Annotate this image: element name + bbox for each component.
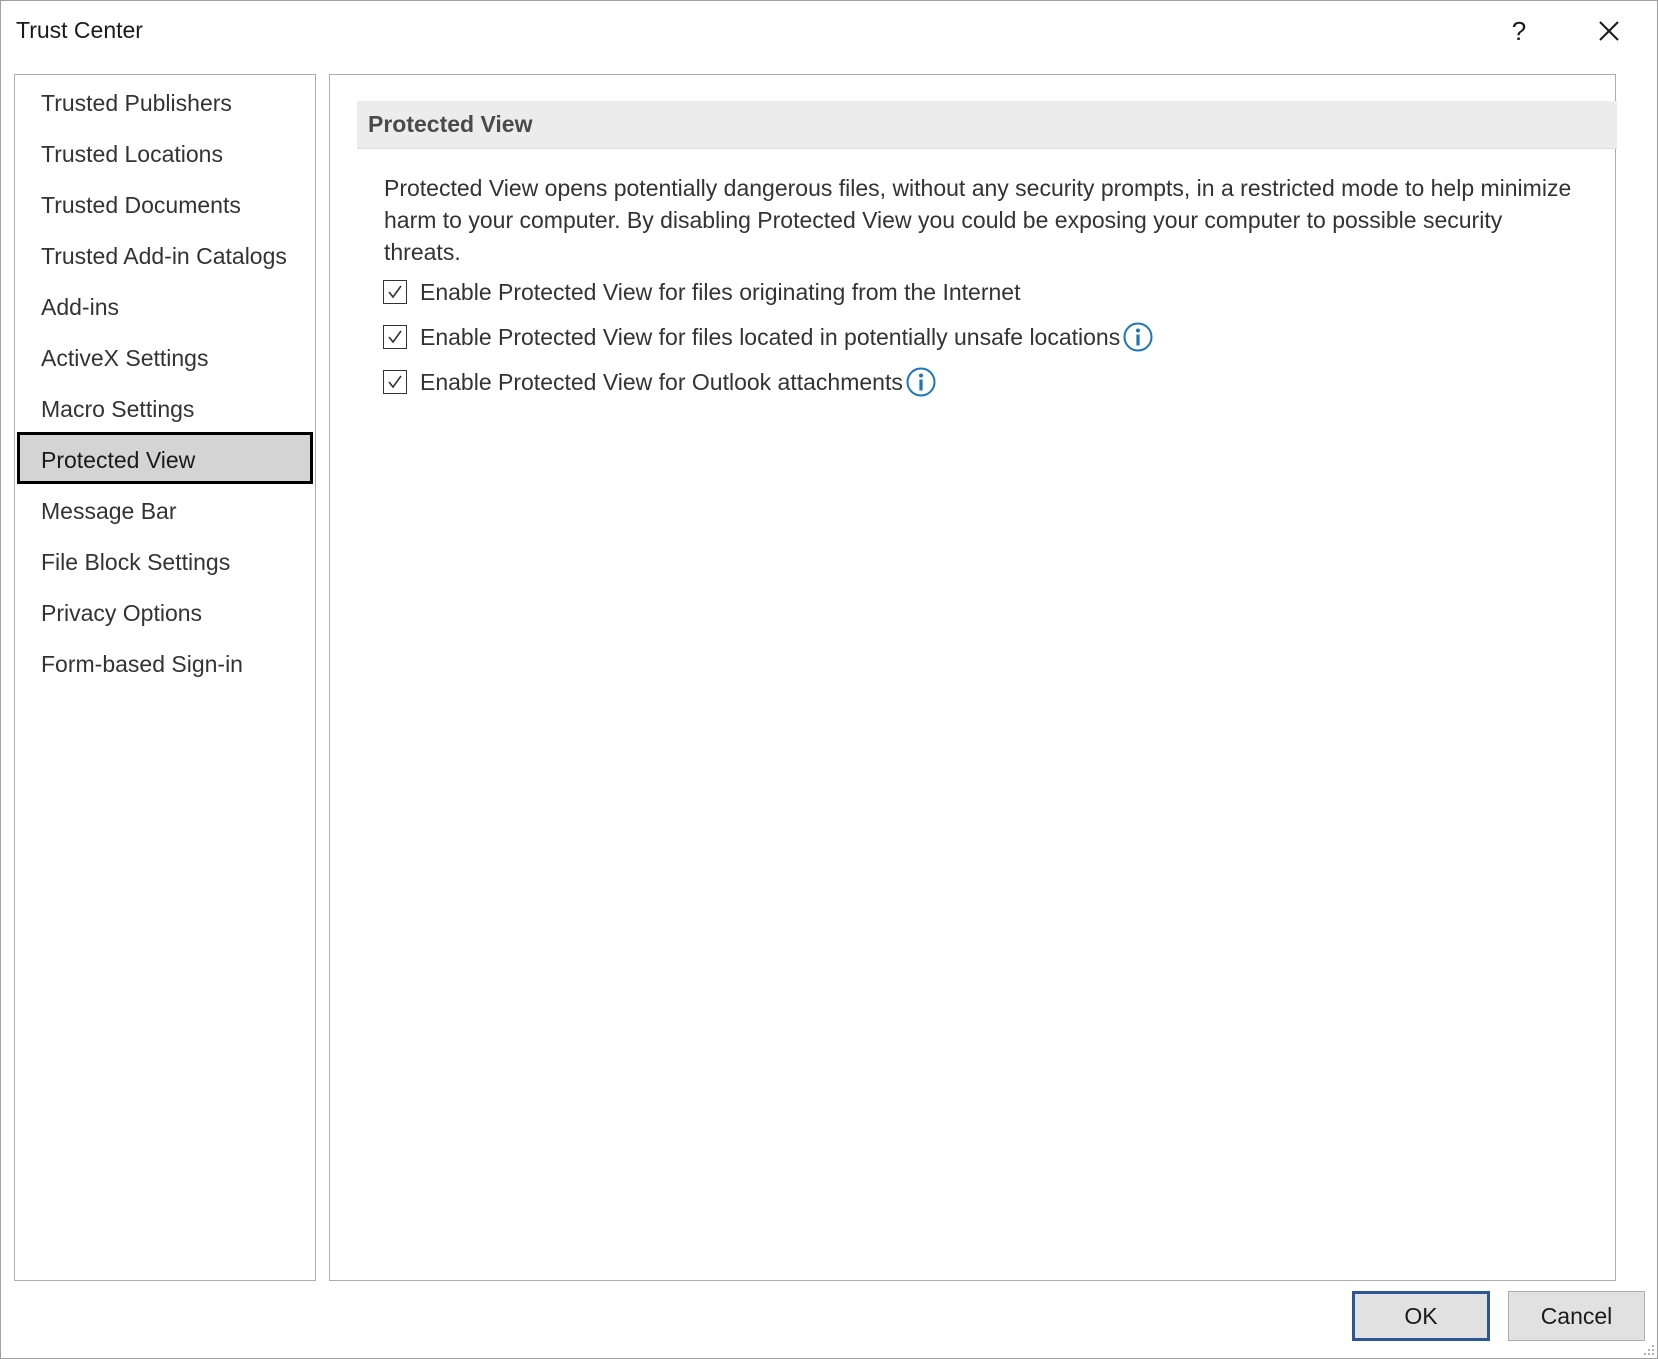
cancel-button[interactable]: Cancel <box>1508 1291 1645 1341</box>
sidebar-item-activex-settings[interactable]: ActiveX Settings <box>17 330 313 382</box>
sidebar-item-trusted-publishers[interactable]: Trusted Publishers <box>17 75 313 127</box>
sidebar-item-file-block-settings[interactable]: File Block Settings <box>17 534 313 586</box>
checkbox-outlook-attachments[interactable] <box>383 370 407 394</box>
option-label-outlook-attachments: Enable Protected View for Outlook attach… <box>420 368 903 395</box>
option-internet-files[interactable]: Enable Protected View for files originat… <box>383 276 1020 308</box>
info-icon[interactable] <box>905 366 937 398</box>
checkbox-unsafe-locations[interactable] <box>383 325 407 349</box>
sidebar-item-trusted-locations[interactable]: Trusted Locations <box>17 126 313 178</box>
checkbox-internet-files[interactable] <box>383 280 407 304</box>
sidebar-item-message-bar[interactable]: Message Bar <box>17 483 313 535</box>
option-outlook-attachments[interactable]: Enable Protected View for Outlook attach… <box>383 366 937 398</box>
sidebar-item-protected-view[interactable]: Protected View <box>17 432 313 484</box>
sidebar-nav: Trusted Publishers Trusted Locations Tru… <box>14 74 316 1281</box>
sidebar-item-trusted-add-in-catalogs[interactable]: Trusted Add-in Catalogs <box>17 228 313 280</box>
sidebar-item-form-based-sign-in[interactable]: Form-based Sign-in <box>17 636 313 688</box>
resize-grip-icon[interactable] <box>1641 1342 1655 1356</box>
title-bar: Trust Center ? <box>1 1 1657 61</box>
sidebar-item-add-ins[interactable]: Add-ins <box>17 279 313 331</box>
content-panel: Protected View Protected View opens pote… <box>329 74 1617 1281</box>
ok-button[interactable]: OK <box>1352 1291 1490 1341</box>
help-button[interactable]: ? <box>1491 9 1547 53</box>
info-icon[interactable] <box>1122 321 1154 353</box>
help-icon: ? <box>1511 15 1527 46</box>
sidebar-item-privacy-options[interactable]: Privacy Options <box>17 585 313 637</box>
section-header: Protected View <box>357 101 1617 149</box>
section-title: Protected View <box>368 111 533 137</box>
close-icon <box>1599 21 1619 41</box>
option-unsafe-locations[interactable]: Enable Protected View for files located … <box>383 321 1154 353</box>
option-label-internet-files: Enable Protected View for files originat… <box>420 278 1021 305</box>
description-text: Protected View opens potentially dangero… <box>384 175 1572 265</box>
trust-center-dialog: Trust Center ? Trusted Publishers Truste… <box>0 0 1658 1359</box>
checkmark-icon <box>388 330 402 344</box>
option-label-unsafe-locations: Enable Protected View for files located … <box>420 323 1121 350</box>
close-button[interactable] <box>1581 9 1637 53</box>
checkmark-icon <box>388 375 402 389</box>
sidebar-item-trusted-documents[interactable]: Trusted Documents <box>17 177 313 229</box>
window-title: Trust Center <box>16 17 143 43</box>
checkmark-icon <box>388 285 402 299</box>
sidebar-item-macro-settings[interactable]: Macro Settings <box>17 381 313 433</box>
